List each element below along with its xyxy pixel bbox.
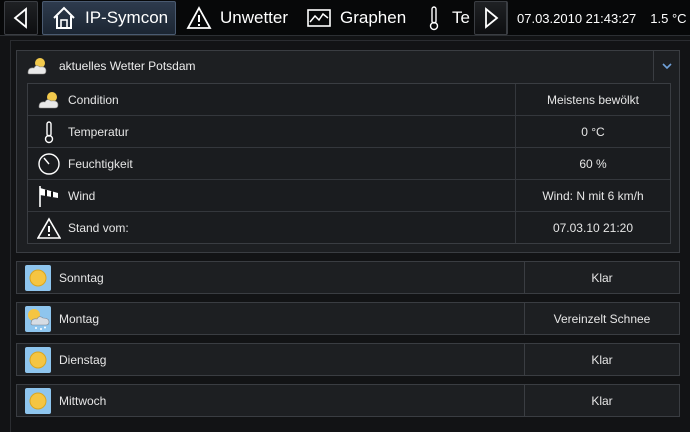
windsock-icon [36,184,62,208]
forecast-row-dienstag[interactable]: Dienstag Klar [16,343,680,376]
row-value: 07.03.10 21:20 [515,212,670,243]
row-value: Wind: N mit 6 km/h [515,180,670,211]
forecast-day: Sonntag [59,271,104,285]
weather-row-stand: Stand vom: 07.03.10 21:20 [28,212,670,244]
top-navigation-bar: IP-Symcon Unwetter Graphen Te 07.03.2010… [0,0,690,36]
collapse-button[interactable] [653,51,679,81]
weather-row-temperatur: Temperatur 0 °C [28,116,670,148]
forecast-day: Dienstag [59,353,107,367]
gauge-icon [36,152,62,176]
tab-temperatur[interactable]: Te [426,1,474,35]
weather-row-wind: Wind Wind: N mit 6 km/h [28,180,670,212]
current-weather-header[interactable]: aktuelles Wetter Potsdam [17,51,679,81]
current-weather-table: Condition Meistens bewölkt Temperatur 0 … [27,83,671,244]
nav-forward-button[interactable] [474,1,508,35]
warning-icon [36,216,62,240]
forecast-row-mittwoch[interactable]: Mittwoch Klar [16,384,680,417]
cloud-sun-icon [25,55,49,77]
row-value: Meistens bewölkt [515,84,670,115]
forecast-row-montag[interactable]: Montag Vereinzelt Schnee [16,302,680,335]
temperature-display: 1.5 °C [650,10,687,26]
forecast-value: Vereinzelt Schnee [524,303,679,334]
forecast-row-sonntag[interactable]: Sonntag Klar [16,261,680,294]
snow-cloud-icon [25,306,51,332]
weather-row-condition: Condition Meistens bewölkt [28,84,670,116]
tab-label: Te [452,8,470,27]
row-label: Wind [68,189,96,203]
thermometer-icon [426,5,442,31]
current-weather-panel: aktuelles Wetter Potsdam Condition Meist… [16,50,680,253]
row-label: Feuchtigkeit [68,157,133,171]
row-value: 60 % [515,148,670,179]
tab-ip-symcon[interactable]: IP-Symcon [42,1,176,35]
forecast-value: Klar [524,385,679,416]
home-icon [51,5,77,31]
row-value: 0 °C [515,116,670,147]
weather-row-feuchtigkeit: Feuchtigkeit 60 % [28,148,670,180]
tab-label: Graphen [340,8,407,27]
forecast-value: Klar [524,262,679,293]
sun-icon [25,388,51,414]
chevron-down-icon [661,63,672,70]
thermometer-icon [36,120,62,144]
status-area: 07.03.2010 21:43:27 1.5 °C [506,1,690,35]
forecast-day: Mittwoch [59,394,107,408]
current-weather-title: aktuelles Wetter Potsdam [59,59,196,73]
chart-icon [306,5,332,31]
row-label: Stand vom: [68,221,129,235]
tab-graphen[interactable]: Graphen [306,1,420,35]
tab-unwetter[interactable]: Unwetter [186,1,302,35]
sun-icon [25,347,51,373]
cloud-sun-icon [36,88,62,112]
sun-icon [25,265,51,291]
tab-label: IP-Symcon [85,8,169,27]
warning-icon [186,5,212,31]
triangle-left-icon [13,7,27,29]
forecast-value: Klar [524,344,679,375]
datetime-display: 07.03.2010 21:43:27 [517,10,637,26]
triangle-right-icon [485,7,499,29]
row-label: Temperatur [68,125,129,139]
forecast-day: Montag [59,312,100,326]
nav-back-button[interactable] [4,1,38,35]
tab-label: Unwetter [220,8,289,27]
row-label: Condition [68,93,119,107]
